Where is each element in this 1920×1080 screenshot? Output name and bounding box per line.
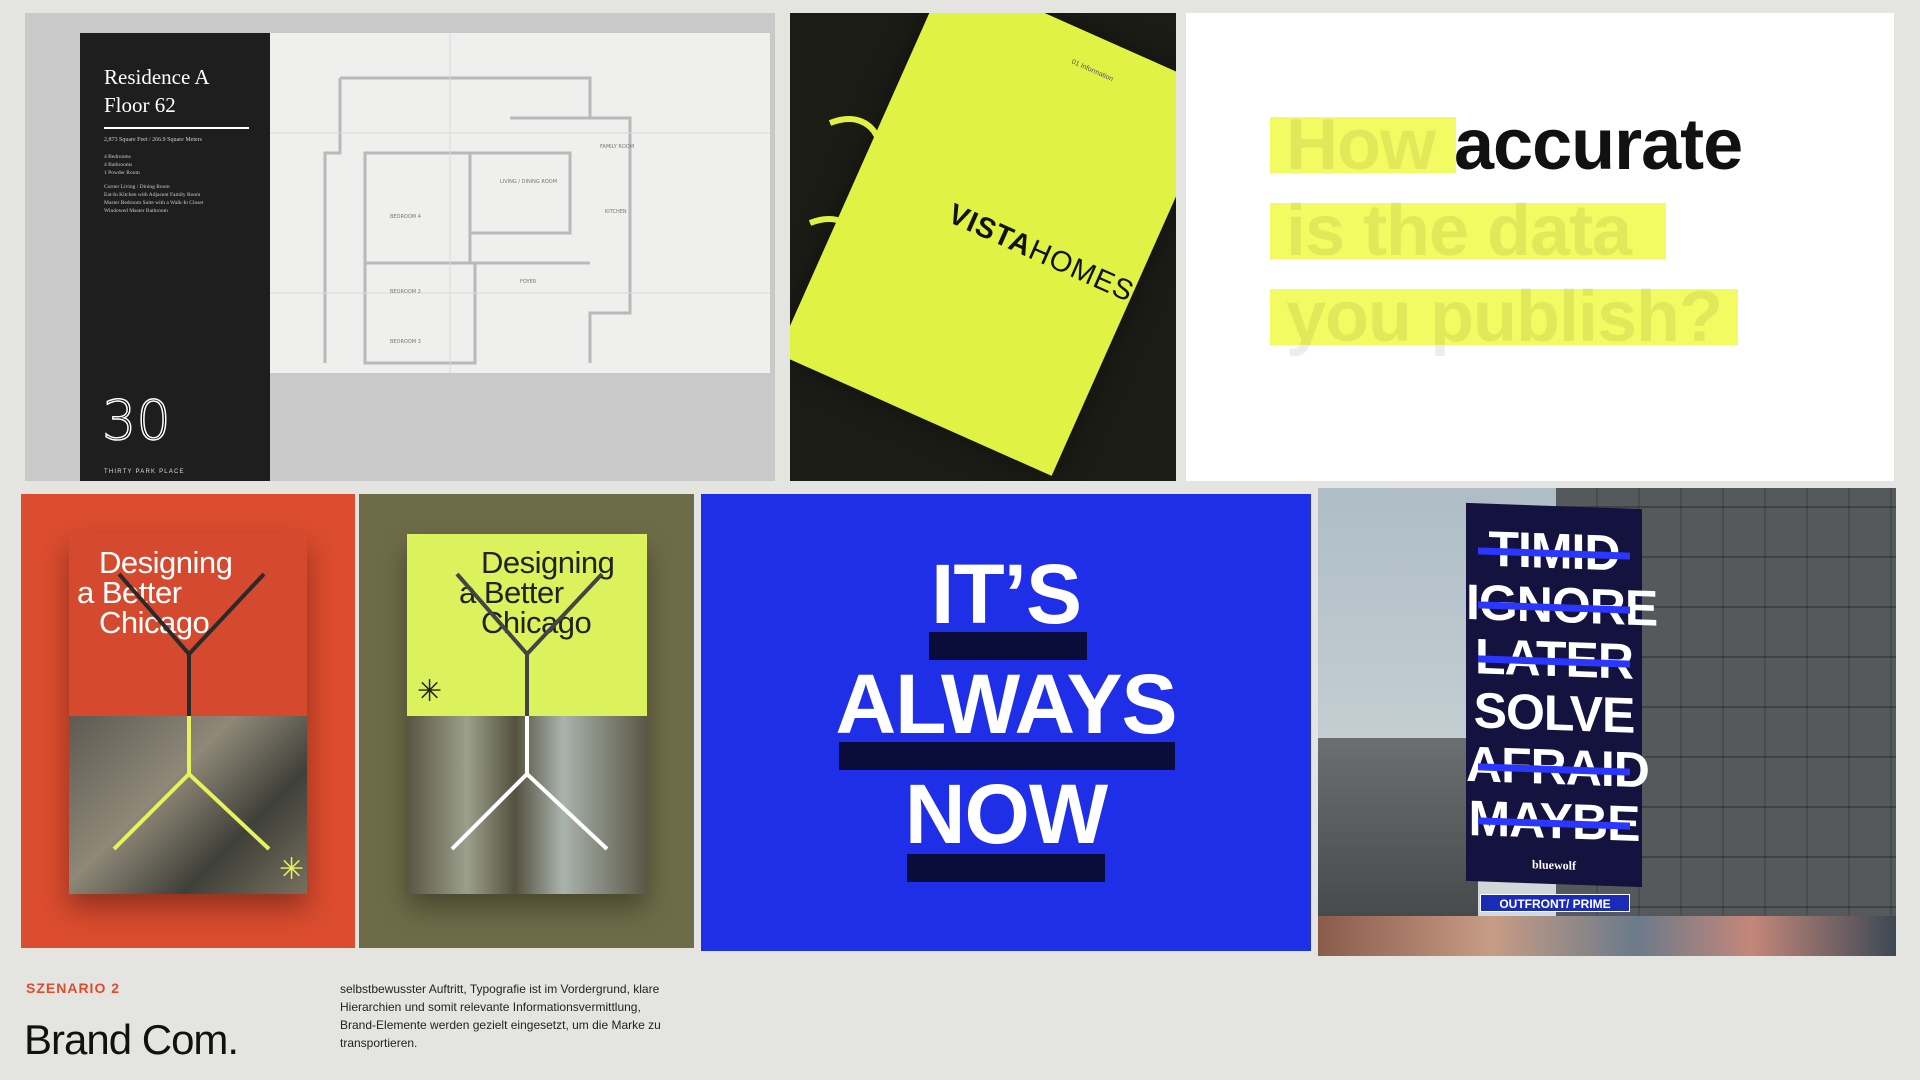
room-item: Windowed Master Bathroom bbox=[104, 208, 168, 214]
chicago-orange-tile: Designing a Better Chicago ✳ bbox=[21, 494, 355, 948]
billboard-word: IGNORE bbox=[1466, 573, 1658, 637]
scenario-label: SZENARIO 2 bbox=[26, 980, 121, 996]
asterisk-icon: ✳ bbox=[279, 853, 305, 886]
now-word-3: NOW bbox=[904, 767, 1108, 861]
billboard-word: LATER bbox=[1466, 628, 1642, 690]
room-item: Corner Living / Dining Room bbox=[104, 184, 170, 190]
accurate-tile: How accurate is the data you publish? bbox=[1186, 13, 1894, 481]
faded-word: How bbox=[1286, 105, 1436, 185]
chicago-book-orange: Designing a Better Chicago ✳ bbox=[69, 534, 307, 894]
billboard-word: TIMID bbox=[1466, 521, 1642, 582]
plan-label: BEDROOM 2 bbox=[390, 289, 421, 295]
thirty-logo: 30 bbox=[101, 389, 171, 452]
now-word-2: ALWAYS bbox=[835, 657, 1178, 751]
accurate-line-1: How accurate bbox=[1286, 101, 1743, 189]
brand-bold: VISTA bbox=[943, 198, 1037, 264]
plan-label: FAMILY ROOM bbox=[600, 144, 634, 150]
brand-light: HOMES bbox=[1023, 233, 1139, 309]
chicago-book-lime: Designing a Better Chicago ✳ bbox=[407, 534, 647, 894]
plan-label: BEDROOM 4 bbox=[390, 214, 421, 220]
floorplan-drawing: FAMILY ROOM LIVING / DINING ROOM KITCHEN… bbox=[270, 33, 770, 373]
bluewolf-logo: bluewolf bbox=[1531, 857, 1576, 873]
plan-label: FOYER bbox=[520, 279, 537, 285]
accent-word: accurate bbox=[1454, 105, 1743, 185]
y-symbol bbox=[112, 572, 271, 851]
always-now-tile: IT’S ALWAYS NOW bbox=[701, 494, 1311, 951]
billboard-tile: TIMID IGNORE LATER SOLVE AFRAID MAYBE bl… bbox=[1318, 488, 1896, 956]
plan-label: BEDROOM 3 bbox=[390, 339, 421, 345]
floorplan-title: Residence A Floor 62 bbox=[104, 65, 210, 117]
floorplan-cover: Residence A Floor 62 2,873 Square Feet /… bbox=[80, 33, 270, 481]
cover-divider bbox=[104, 127, 249, 129]
outfront-banner: OUTFRONT/ PRIME bbox=[1480, 894, 1630, 912]
floorplan-subtitle: 2,873 Square Feet / 266.9 Square Meters bbox=[104, 137, 202, 143]
feature-item: 1 Powder Room bbox=[104, 170, 140, 176]
plan-label: KITCHEN bbox=[605, 209, 627, 215]
cover-footer: THIRTY PARK PLACE bbox=[104, 469, 185, 475]
y-symbol bbox=[450, 572, 609, 851]
billboard-word: AFRAID bbox=[1466, 735, 1649, 799]
page-title: Brand Com. bbox=[24, 1016, 239, 1063]
chicago-olive-tile: Designing a Better Chicago ✳ bbox=[359, 494, 694, 948]
vistahomes-logo: VISTAHOMES bbox=[943, 198, 1139, 309]
plan-label: LIVING / DINING ROOM bbox=[500, 179, 557, 185]
vistahomes-tile: 01 Information VISTAHOMES bbox=[790, 13, 1176, 481]
feature-item: 4 Bathrooms bbox=[104, 162, 133, 168]
billboard-word: SOLVE bbox=[1473, 682, 1635, 744]
accurate-line-2: is the data bbox=[1286, 191, 1632, 271]
room-item: Master Bedroom Suite with a Walk-In Clos… bbox=[104, 200, 204, 206]
billboard-word: MAYBE bbox=[1466, 790, 1642, 852]
asterisk-icon: ✳ bbox=[417, 675, 443, 708]
floorplan-features: 4 Bedrooms 4 Bathrooms 1 Powder Room Cor… bbox=[104, 153, 203, 215]
accurate-line-3: you publish? bbox=[1286, 277, 1723, 357]
room-item: Eat-In Kitchen with Adjacent Family Room bbox=[104, 192, 201, 198]
feature-item: 4 Bedrooms bbox=[104, 154, 131, 160]
billboard: TIMID IGNORE LATER SOLVE AFRAID MAYBE bl… bbox=[1466, 502, 1658, 888]
now-word-1: IT’S bbox=[930, 547, 1082, 641]
cover-top-label: 01 Information bbox=[1070, 58, 1115, 84]
floorplan-tile: FAMILY ROOM LIVING / DINING ROOM KITCHEN… bbox=[25, 13, 775, 481]
street-level bbox=[1318, 916, 1896, 956]
binder-ring-icon bbox=[808, 116, 885, 306]
description-text: selbstbewusster Auftritt, Typografie ist… bbox=[340, 982, 661, 1050]
